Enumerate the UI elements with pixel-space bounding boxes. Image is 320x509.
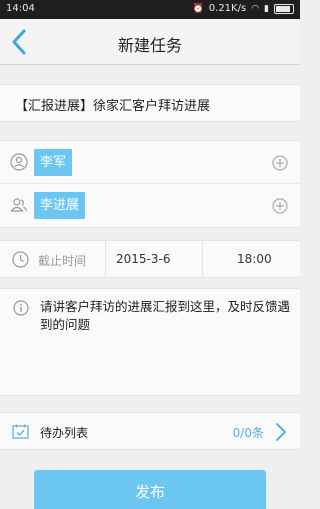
due-time[interactable]: 18:00 [237,252,272,266]
task-title: 【汇报进展】徐家汇客户拜访进展 [15,99,211,114]
todo-row[interactable]: 待办列表 0/0条 [0,412,300,450]
description-field[interactable]: 请讲客户拜访的进展汇报到这里，及时反馈遇到的问题 [0,288,300,396]
wifi-icon: ◠ [251,3,260,14]
divider [105,241,106,278]
participant-chip[interactable]: 李进展 [34,192,86,219]
battery-icon [274,3,294,14]
assignee-row[interactable]: 李军 [0,141,300,184]
participant-row[interactable]: 李进展 [0,184,300,227]
divider [202,241,203,278]
due-label: 截止时间 [38,254,87,268]
add-participant-icon[interactable] [272,198,288,214]
status-speed: 0.21K/s [208,3,247,14]
assignee-chip[interactable]: 李军 [34,149,73,176]
alarm-icon: ⏰ [192,3,204,14]
signal-icon: ▮ [264,3,269,14]
person-icon [10,153,28,171]
description-text[interactable]: 请讲客户拜访的进展汇报到这里，及时反馈遇到的问题 [40,298,290,334]
todo-label: 待办列表 [40,426,89,440]
nav-bar: 新建任务 [0,19,300,65]
status-right: ⏰ 0.21K/s ◠ ▮ [193,3,294,14]
chevron-right-icon[interactable] [274,421,288,443]
page-title: 新建任务 [117,36,182,55]
due-date[interactable]: 2015-3-6 [116,252,170,266]
add-assignee-icon[interactable] [272,155,288,171]
due-row: 截止时间 2015-3-6 18:00 [0,240,300,278]
task-title-field[interactable]: 【汇报进展】徐家汇客户拜访进展 [0,84,300,122]
person-group-icon [10,196,28,214]
calendar-check-icon [12,424,29,439]
todo-count: 0/0条 [232,426,264,440]
info-icon [13,300,29,316]
clock-icon [12,251,29,268]
publish-button[interactable]: 发布 [34,470,266,509]
status-time: 14:04 [6,3,35,14]
status-bar: 14:04 ⏰ 0.21K/s ◠ ▮ [0,0,300,19]
people-section: 李军 李进展 [0,140,300,228]
